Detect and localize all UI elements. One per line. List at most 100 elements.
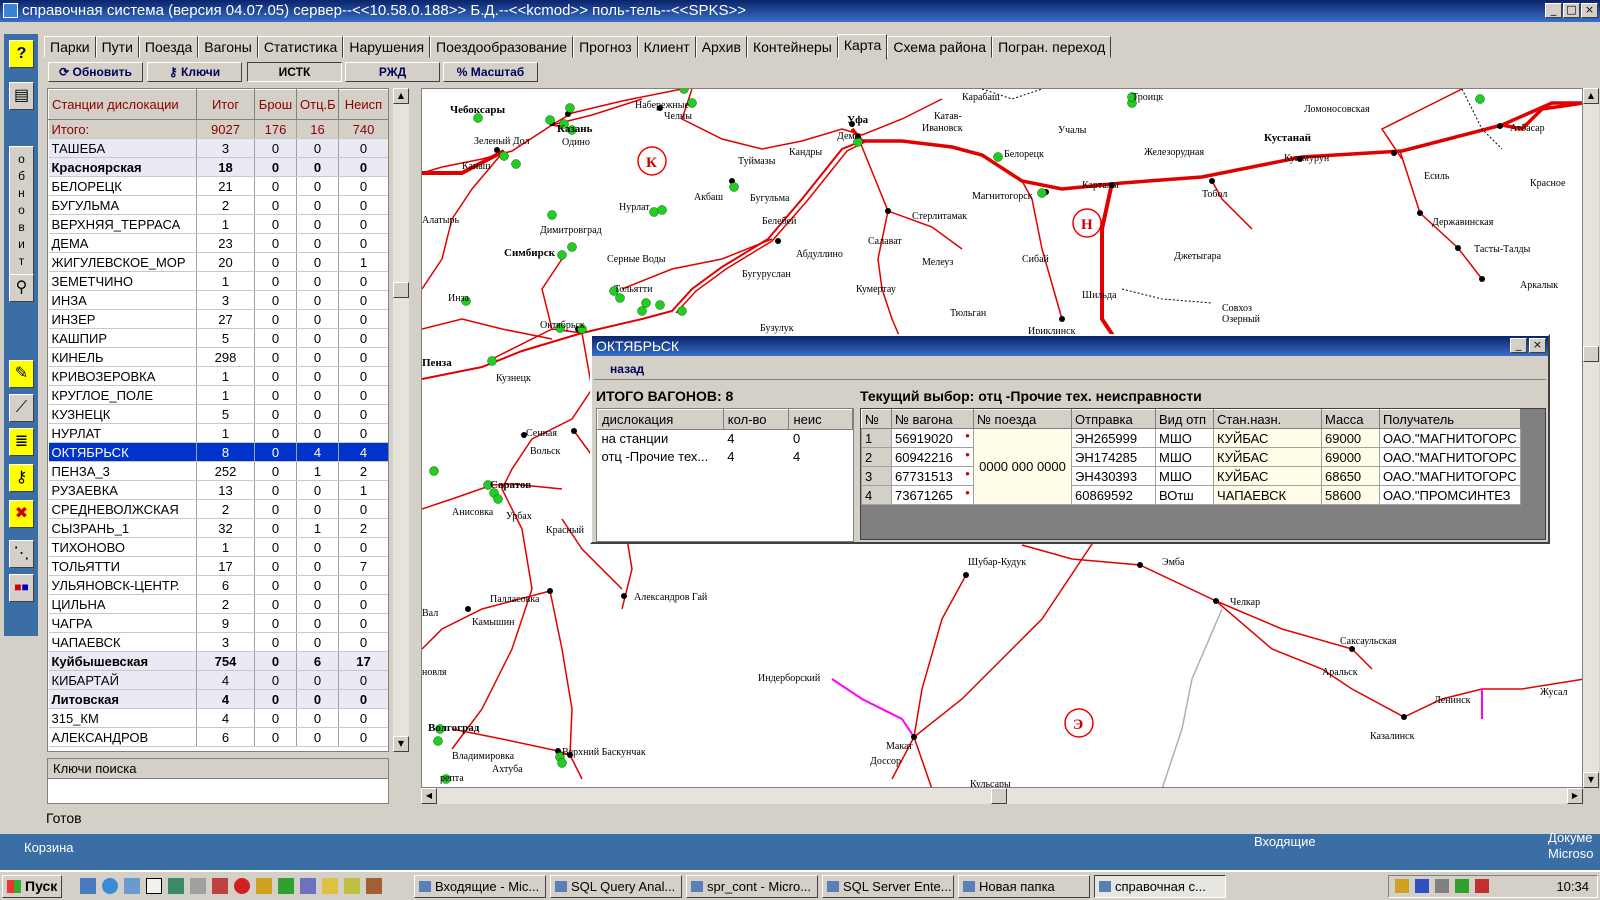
station-marker[interactable] xyxy=(963,572,969,578)
table-row[interactable]: Куйбышевская 754 0 6 17 xyxy=(48,651,388,671)
map-station-label[interactable]: Красный xyxy=(546,525,585,536)
table-row[interactable]: 1 56919020 ● 0000 000 0000 ЭН265999 МШО КУЙБАС… xyxy=(861,428,1521,505)
map-station-label[interactable]: Одино xyxy=(562,137,590,148)
map-station-label[interactable]: Дема xyxy=(837,131,860,142)
map-station-label[interactable]: Макат xyxy=(886,741,913,752)
station-marker[interactable] xyxy=(621,593,627,599)
map-station-label[interactable]: Индерборский xyxy=(758,673,821,684)
map-station-label[interactable]: Алатырь xyxy=(422,215,459,226)
table-row[interactable]: АЛЕКСАНДРОВ 6 0 0 0 xyxy=(48,727,388,747)
map-station-label[interactable]: Нурлат xyxy=(619,202,650,213)
table-row[interactable]: ДЕМА 23 0 0 0 xyxy=(48,233,388,253)
tray-icons[interactable] xyxy=(1395,879,1515,893)
map-station-label[interactable]: Аральск xyxy=(1322,667,1358,678)
table-row[interactable]: КАШПИР 5 0 0 0 xyxy=(48,328,388,348)
stations-scrollbar[interactable]: ▲ ▼ xyxy=(393,88,409,752)
station-marker[interactable] xyxy=(885,208,891,214)
table-row[interactable]: ЧАПАЕВСК 3 0 0 0 xyxy=(48,632,388,652)
ql-ie-icon[interactable] xyxy=(102,878,118,894)
station-marker[interactable] xyxy=(1401,714,1407,720)
scroll-up-icon[interactable]: ▲ xyxy=(393,88,409,104)
map-station-label[interactable]: Доссор xyxy=(870,756,901,767)
table-row[interactable]: УЛЬЯНОВСК-ЦЕНТР. 6 0 0 0 xyxy=(48,575,388,595)
station-marker-active[interactable] xyxy=(993,152,1003,162)
tab-9[interactable]: Архив xyxy=(695,36,747,58)
keys-button[interactable]: ⚷ Ключи xyxy=(147,62,242,82)
tab-7[interactable]: Прогноз xyxy=(573,36,638,58)
map-station-label[interactable]: Кандры xyxy=(789,147,822,158)
station-marker[interactable] xyxy=(1137,562,1143,568)
station-marker-active[interactable] xyxy=(547,210,557,220)
map-station-label[interactable]: Челкар xyxy=(1230,597,1260,608)
map-station-label[interactable]: Тобол xyxy=(1202,189,1227,200)
map-station-label[interactable]: Державинская xyxy=(1432,217,1494,228)
map-station-label[interactable]: Салават xyxy=(868,236,902,247)
refresh-vertical-button[interactable]: обновить xyxy=(9,146,34,286)
station-marker-active[interactable] xyxy=(545,115,555,125)
map-station-label[interactable]: Совхоз xyxy=(1222,303,1252,314)
map-station-label[interactable]: Белорецк xyxy=(1004,149,1044,160)
wagons-header[interactable]: Стан.назн. xyxy=(1213,409,1322,429)
station-marker-active[interactable] xyxy=(1475,94,1485,104)
wagon-number[interactable]: 60942216 ● xyxy=(891,447,974,467)
table-row[interactable]: Красноярская 18 0 0 0 xyxy=(48,157,388,177)
recycle-bin-label[interactable]: Корзина xyxy=(24,840,74,855)
table-row[interactable]: БУГУЛЬМА 2 0 0 0 xyxy=(48,195,388,215)
tab-1[interactable]: Пути xyxy=(95,36,139,58)
map-station-label[interactable]: Казань xyxy=(557,123,593,135)
line-icon[interactable]: ⟋ xyxy=(9,394,34,422)
taskbar-item-4[interactable]: Новая папка xyxy=(958,875,1090,898)
station-marker-active[interactable] xyxy=(511,159,521,169)
map-station-label[interactable]: Сенная xyxy=(526,428,557,439)
filter-icon[interactable]: ⚲ xyxy=(9,274,34,302)
map-station-label[interactable]: Озерный xyxy=(1222,314,1261,325)
table-row[interactable]: ЦИЛЬНА 2 0 0 0 xyxy=(48,594,388,614)
map-hscroll-thumb[interactable] xyxy=(991,788,1007,804)
table-row[interactable]: ИНЗА 3 0 0 0 xyxy=(48,290,388,310)
taskbar-item-2[interactable]: spr_cont - Micro... xyxy=(686,875,818,898)
map-station-label[interactable]: Вольск xyxy=(530,446,561,457)
wagons-header[interactable]: № вагона xyxy=(891,409,974,429)
close-button[interactable]: × xyxy=(1581,3,1598,18)
table-row[interactable]: ТОЛЬЯТТИ 17 0 0 7 xyxy=(48,556,388,576)
map-station-label[interactable]: Красное xyxy=(1530,178,1566,189)
map-station-label[interactable]: Тольятти xyxy=(614,284,653,295)
map-scroll-down-icon[interactable]: ▼ xyxy=(1583,772,1599,788)
table-row[interactable]: ТИХОНОВО 1 0 0 0 xyxy=(48,537,388,557)
wagon-number[interactable]: 56919020 ● xyxy=(891,428,974,448)
station-marker-active[interactable] xyxy=(433,736,443,746)
table-row[interactable]: ЖИГУЛЕВСКОЕ_МОР 20 0 0 1 xyxy=(48,252,388,272)
map-station-label[interactable]: Катав- xyxy=(934,111,962,122)
tab-0[interactable]: Парки xyxy=(44,36,96,58)
map-station-label[interactable]: Челны xyxy=(664,111,692,122)
ql-calc-icon[interactable] xyxy=(146,878,162,894)
map-station-label[interactable]: Магнитогорск xyxy=(972,191,1033,202)
table-row[interactable]: 4 73671265 ● 60869592 ВОтш ЧАПАЕВСК 58600 ОАО."… xyxy=(861,485,1521,505)
station-marker-active[interactable] xyxy=(429,466,439,476)
ql-tool-icon[interactable] xyxy=(212,878,228,894)
table-row[interactable]: 315_КМ 4 0 0 0 xyxy=(48,708,388,728)
table-row[interactable]: КИНЕЛЬ 298 0 0 0 xyxy=(48,347,388,367)
taskbar-item-1[interactable]: SQL Query Anal... xyxy=(550,875,682,898)
map-station-label[interactable]: Ивановск xyxy=(922,123,963,134)
map-scroll-right-icon[interactable]: ▶ xyxy=(1567,788,1583,804)
map-station-label[interactable]: Карталы xyxy=(1082,180,1119,191)
wagon-number[interactable]: 67731513 ● xyxy=(891,466,974,486)
map-station-label[interactable]: Зеленый Дол xyxy=(474,136,529,147)
map-station-label[interactable]: Кумертау xyxy=(856,284,896,295)
refresh-button[interactable]: ⟳ Обновить xyxy=(48,62,143,82)
map-station-label[interactable]: Канаш xyxy=(462,161,491,172)
station-marker[interactable] xyxy=(547,588,553,594)
stack-icon[interactable]: ≣ xyxy=(9,428,34,456)
palette-icon[interactable]: ■■ xyxy=(9,574,34,602)
map-station-label[interactable]: Сибай xyxy=(1022,254,1050,265)
map-station-label[interactable]: Серные Воды xyxy=(607,254,666,265)
map-station-label[interactable]: Набережные xyxy=(635,100,689,111)
doc-desktop-label-1[interactable]: Докуме xyxy=(1548,830,1593,845)
map-station-label[interactable]: Джетыгара xyxy=(1174,251,1222,262)
table-row[interactable]: ТАШЕБА 3 0 0 0 xyxy=(48,138,388,158)
map-station-label[interactable]: Саратов xyxy=(490,479,531,491)
table-row[interactable]: БЕЛОРЕЦК 21 0 0 0 xyxy=(48,176,388,196)
table-row[interactable]: на станции 4 0 xyxy=(598,430,853,448)
inbox-desktop-label[interactable]: Входящие xyxy=(1254,834,1316,849)
